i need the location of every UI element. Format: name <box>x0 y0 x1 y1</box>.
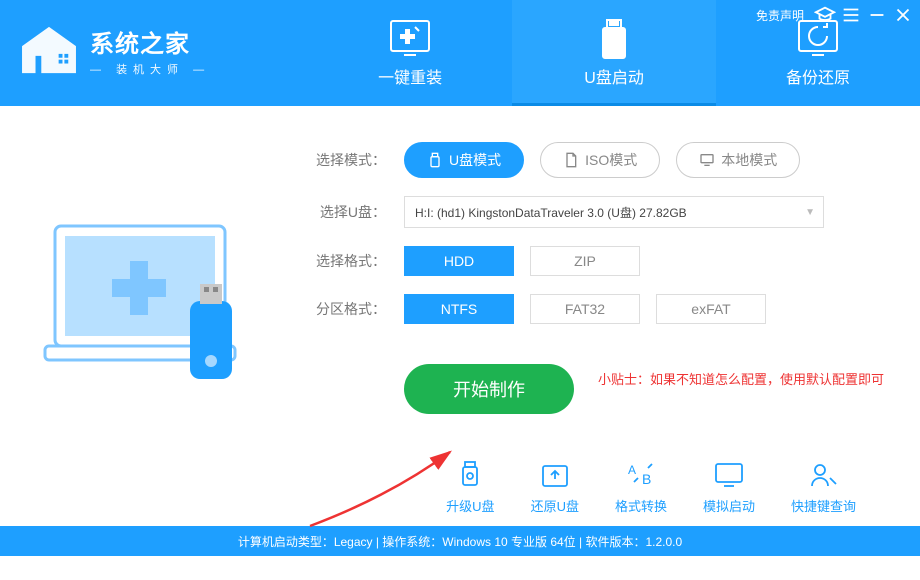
tab-reinstall[interactable]: 一键重装 <box>308 0 512 106</box>
tab-backup[interactable]: 备份还原 <box>716 0 920 106</box>
usb-label: 选择U盘： <box>300 202 386 222</box>
usb-up-icon <box>453 460 487 490</box>
config-panel: 选择模式： U盘模式 ISO模式 本地模式 选择U盘： H:I: (hd1) K… <box>300 106 920 526</box>
svg-text:B: B <box>642 471 651 487</box>
search-person-icon <box>806 460 840 490</box>
start-button[interactable]: 开始制作 <box>404 364 574 414</box>
sc-upgrade[interactable]: 升级U盘 <box>446 460 494 515</box>
tip-text: 小贴士：如果不知道怎么配置，使用默认配置即可 <box>598 369 884 388</box>
logo-subtitle: — 装机大师 — <box>90 61 210 77</box>
mode-usb[interactable]: U盘模式 <box>404 142 524 178</box>
partition-ntfs[interactable]: NTFS <box>404 294 514 324</box>
usb-select-value: H:I: (hd1) KingstonDataTraveler 3.0 (U盘)… <box>415 204 687 221</box>
chevron-down-icon: ▼ <box>805 207 815 218</box>
usbboot-icon <box>512 18 716 60</box>
svg-text:A: A <box>628 463 636 477</box>
mode-local[interactable]: 本地模式 <box>676 142 800 178</box>
convert-icon: AB <box>624 460 658 490</box>
sc-hotkey[interactable]: 快捷键查询 <box>791 460 856 515</box>
backup-icon <box>716 18 920 60</box>
main-body: 选择模式： U盘模式 ISO模式 本地模式 选择U盘： H:I: (hd1) K… <box>0 106 920 526</box>
row-usb: 选择U盘： H:I: (hd1) KingstonDataTraveler 3.… <box>300 196 890 228</box>
tab-usbboot-label: U盘启动 <box>512 64 716 88</box>
sc-simulate[interactable]: 模拟启动 <box>703 460 755 515</box>
header: 免责声明 系统之家 — 装机大师 — 一键重装 U盘启动 备份还原 <box>0 0 920 106</box>
format-zip[interactable]: ZIP <box>530 246 640 276</box>
row-partition: 分区格式： NTFS FAT32 exFAT <box>300 294 890 324</box>
laptop-usb-illustration <box>35 206 265 426</box>
mode-label: 选择模式： <box>300 150 386 170</box>
nav-tabs: 一键重装 U盘启动 备份还原 <box>308 0 920 106</box>
partition-fat32[interactable]: FAT32 <box>530 294 640 324</box>
format-hdd[interactable]: HDD <box>404 246 514 276</box>
sc-convert[interactable]: AB 格式转换 <box>615 460 667 515</box>
sc-restore[interactable]: 还原U盘 <box>531 460 579 515</box>
row-format: 选择格式： HDD ZIP <box>300 246 890 276</box>
usb-select[interactable]: H:I: (hd1) KingstonDataTraveler 3.0 (U盘)… <box>404 196 824 228</box>
usb-icon <box>427 152 443 168</box>
monitor-play-icon <box>712 460 746 490</box>
file-icon <box>563 152 579 168</box>
logo: 系统之家 — 装机大师 — <box>0 0 228 77</box>
tab-reinstall-label: 一键重装 <box>308 64 512 88</box>
footer: 计算机启动类型：Legacy | 操作系统：Windows 10 专业版 64位… <box>0 526 920 556</box>
monitor-icon <box>699 152 715 168</box>
shortcuts-bar: 升级U盘 还原U盘 AB 格式转换 模拟启动 快捷键查询 <box>300 460 890 515</box>
illustration <box>0 106 300 526</box>
logo-title: 系统之家 <box>90 24 210 59</box>
reinstall-icon <box>308 18 512 60</box>
tab-usbboot[interactable]: U盘启动 <box>512 0 716 106</box>
house-logo-icon <box>18 25 80 77</box>
tab-backup-label: 备份还原 <box>716 64 920 88</box>
partition-label: 分区格式： <box>300 299 386 319</box>
mode-iso[interactable]: ISO模式 <box>540 142 660 178</box>
row-mode: 选择模式： U盘模式 ISO模式 本地模式 <box>300 142 890 178</box>
restore-icon <box>538 460 572 490</box>
partition-exfat[interactable]: exFAT <box>656 294 766 324</box>
format-label: 选择格式： <box>300 251 386 271</box>
